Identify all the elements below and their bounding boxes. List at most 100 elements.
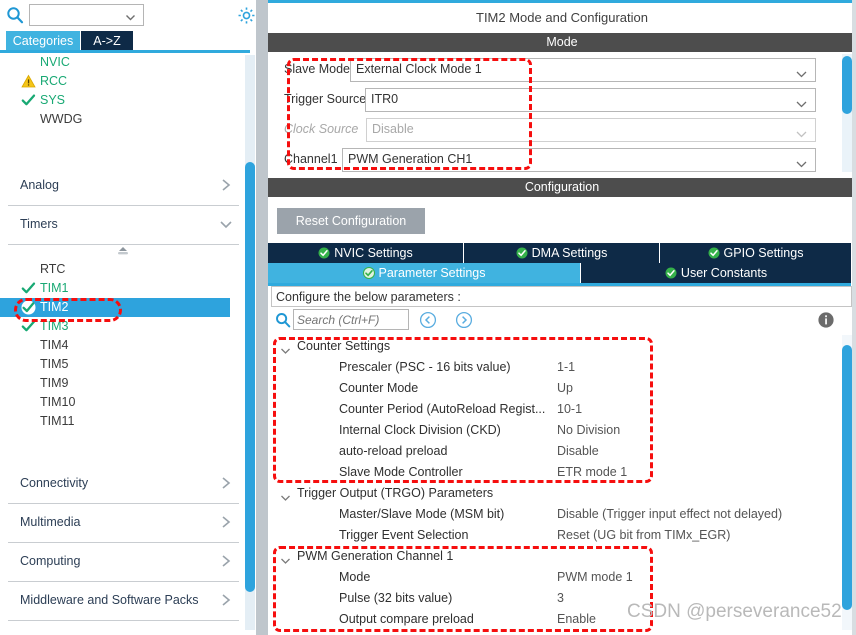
param-value[interactable]: No Division xyxy=(557,423,620,437)
scroll-up-spinner-icon[interactable] xyxy=(115,244,131,256)
sidebar-item-label: NVIC xyxy=(40,55,70,69)
param-row-master-slave-mode[interactable]: Master/Slave Mode (MSM bit) Disable (Tri… xyxy=(271,505,831,526)
trigger-source-dropdown[interactable]: ITR0 xyxy=(365,88,816,112)
param-group-counter-settings[interactable]: Counter Settings xyxy=(271,337,831,358)
configuration-section-header: Configuration xyxy=(268,178,856,197)
chevron-down-icon xyxy=(796,126,807,138)
parameter-search-box[interactable] xyxy=(293,309,409,330)
param-key: Internal Clock Division (CKD) xyxy=(339,423,501,437)
param-value[interactable]: Disable (Trigger input effect not delaye… xyxy=(557,507,782,521)
param-key: Output compare preload xyxy=(339,612,474,626)
channel1-dropdown[interactable]: PWM Generation CH1 xyxy=(342,148,816,172)
param-group-pwm-generation-channel-1[interactable]: PWM Generation Channel 1 xyxy=(271,547,831,568)
sidebar-category-middleware[interactable]: Middleware and Software Packs xyxy=(8,583,239,621)
mode-row-channel1: Channel1 PWM Generation CH1 xyxy=(268,146,830,176)
sidebar-item-tim4[interactable]: TIM4 xyxy=(0,336,230,355)
green-check-circle-icon xyxy=(516,245,528,259)
tab-dma-settings[interactable]: DMA Settings xyxy=(464,243,660,263)
sidebar-category-connectivity[interactable]: Connectivity xyxy=(8,466,239,504)
sidebar-item-label: TIM2 xyxy=(40,300,69,314)
sidebar-scrollbar-thumb[interactable] xyxy=(245,162,255,592)
mode-settings-area: Slave Mode External Clock Mode 1 Trigger… xyxy=(268,52,856,178)
info-icon[interactable] xyxy=(817,311,835,329)
tab-parameter-settings[interactable]: Parameter Settings xyxy=(268,263,581,283)
param-row-slave-mode-controller[interactable]: Slave Mode Controller ETR mode 1 xyxy=(271,463,831,484)
green-check-icon xyxy=(21,281,36,296)
tab-user-constants[interactable]: User Constants xyxy=(581,263,851,283)
param-value[interactable]: Up xyxy=(557,381,573,395)
param-group-label: Counter Settings xyxy=(297,339,391,353)
parameter-search-input[interactable] xyxy=(294,310,404,329)
dropdown-value: PWM Generation CH1 xyxy=(348,152,473,166)
sidebar-category-computing[interactable]: Computing xyxy=(8,544,239,582)
chevron-down-icon[interactable] xyxy=(796,66,807,78)
peripheral-search-input[interactable] xyxy=(30,5,122,25)
sidebar-item-label: RCC xyxy=(40,74,68,88)
search-icon xyxy=(275,312,291,328)
param-key: Slave Mode Controller xyxy=(339,465,463,479)
sidebar-item-tim10[interactable]: TIM10 xyxy=(0,393,230,412)
sidebar-item-tim2[interactable]: TIM2 xyxy=(0,298,230,317)
chevron-right-circle-icon[interactable] xyxy=(455,311,473,329)
param-row-pwm-mode[interactable]: Mode PWM mode 1 xyxy=(271,568,831,589)
tab-nvic-settings[interactable]: NVIC Settings xyxy=(268,243,464,263)
param-row-counter-period[interactable]: Counter Period (AutoReload Regist... 10-… xyxy=(271,400,831,421)
peripheral-sidebar: Categories A->Z NVIC RCC SYS WWDG Analog… xyxy=(0,0,258,635)
mode-and-configuration-panel: TIM2 Mode and Configuration Mode Slave M… xyxy=(268,0,856,635)
param-value[interactable]: PWM mode 1 xyxy=(557,570,633,584)
param-group-trigger-output[interactable]: Trigger Output (TRGO) Parameters xyxy=(271,484,831,505)
peripheral-search-combo[interactable] xyxy=(29,4,144,26)
chevron-down-icon[interactable] xyxy=(280,490,291,501)
sidebar-item-tim11[interactable]: TIM11 xyxy=(0,412,230,431)
chevron-down-icon[interactable] xyxy=(796,156,807,168)
slave-mode-dropdown[interactable]: External Clock Mode 1 xyxy=(350,58,816,82)
chevron-down-icon[interactable] xyxy=(796,96,807,108)
param-row-auto-reload-preload[interactable]: auto-reload preload Disable xyxy=(271,442,831,463)
peripheral-list: NVIC RCC SYS WWDG xyxy=(0,53,243,165)
sidebar-item-tim9[interactable]: TIM9 xyxy=(0,374,230,393)
param-value[interactable]: ETR mode 1 xyxy=(557,465,627,479)
chevron-down-icon[interactable] xyxy=(125,10,136,21)
mode-row-trigger-source: Trigger Source ITR0 xyxy=(268,86,830,116)
sidebar-item-tim5[interactable]: TIM5 xyxy=(0,355,230,374)
tab-categories[interactable]: Categories xyxy=(6,31,80,52)
param-value[interactable]: 3 xyxy=(557,591,564,605)
sidebar-category-timers[interactable]: Timers xyxy=(8,207,239,245)
sidebar-item-tim3[interactable]: TIM3 xyxy=(0,317,230,336)
tab-gpio-settings[interactable]: GPIO Settings xyxy=(660,243,851,263)
gear-icon[interactable] xyxy=(237,6,256,25)
panel-splitter[interactable] xyxy=(256,0,268,635)
tab-label: User Constants xyxy=(680,266,768,280)
chevron-down-icon[interactable] xyxy=(280,343,291,354)
param-key: Prescaler (PSC - 16 bits value) xyxy=(339,360,511,374)
sidebar-item-label: TIM5 xyxy=(40,357,69,371)
sidebar-item-label: TIM4 xyxy=(40,338,69,352)
param-row-internal-clock-division[interactable]: Internal Clock Division (CKD) No Divisio… xyxy=(271,421,831,442)
param-value[interactable]: 10-1 xyxy=(557,402,582,416)
mode-scrollbar-thumb[interactable] xyxy=(842,56,852,114)
reset-configuration-button[interactable]: Reset Configuration xyxy=(277,208,425,234)
sidebar-item-rtc[interactable]: RTC xyxy=(0,260,230,279)
tab-label: Parameter Settings xyxy=(378,266,486,280)
parameter-scrollbar-thumb[interactable] xyxy=(842,345,852,610)
chevron-down-icon[interactable] xyxy=(280,553,291,564)
config-tab-row-primary: NVIC Settings DMA Settings GPIO Settings xyxy=(268,243,856,263)
green-check-icon xyxy=(21,93,36,108)
param-value[interactable]: 1-1 xyxy=(557,360,575,374)
param-row-counter-mode[interactable]: Counter Mode Up xyxy=(271,379,831,400)
sidebar-category-label: Timers xyxy=(20,217,58,231)
param-row-prescaler[interactable]: Prescaler (PSC - 16 bits value) 1-1 xyxy=(271,358,831,379)
mode-label: Trigger Source xyxy=(284,92,367,106)
param-value[interactable]: Reset (UG bit from TIMx_EGR) xyxy=(557,528,730,542)
dropdown-value: Disable xyxy=(372,122,414,136)
param-value[interactable]: Disable xyxy=(557,444,599,458)
param-value[interactable]: Enable xyxy=(557,612,596,626)
tab-a-to-z[interactable]: A->Z xyxy=(81,31,133,52)
sidebar-category-multimedia[interactable]: Multimedia xyxy=(8,505,239,543)
sidebar-item-tim1[interactable]: TIM1 xyxy=(0,279,230,298)
param-row-trigger-event-selection[interactable]: Trigger Event Selection Reset (UG bit fr… xyxy=(271,526,831,547)
stm32cubemx-pinout-configuration-screen: Categories A->Z NVIC RCC SYS WWDG Analog… xyxy=(0,0,856,635)
chevron-left-circle-icon[interactable] xyxy=(419,311,437,329)
green-check-circle-icon xyxy=(708,245,720,259)
sidebar-category-analog[interactable]: Analog xyxy=(8,168,239,206)
